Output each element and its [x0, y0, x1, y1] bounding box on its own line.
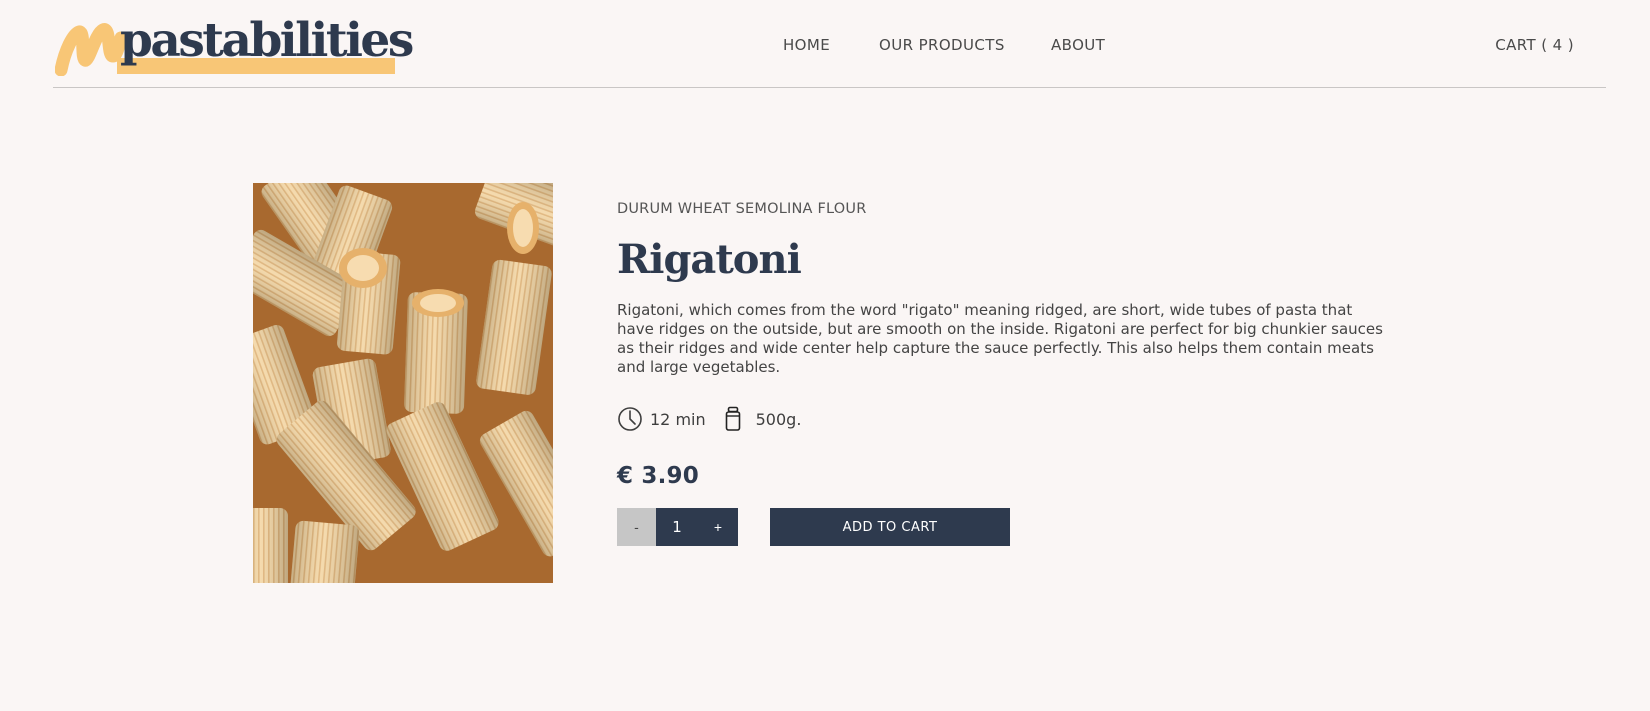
product-price: € 3.90: [617, 463, 699, 489]
quantity-value[interactable]: 1: [656, 508, 698, 546]
cook-time: 12 min: [650, 409, 706, 429]
package-weight: 500g.: [755, 409, 802, 429]
product-category: DURUM WHEAT SEMOLINA FLOUR: [617, 201, 867, 217]
brand-logo[interactable]: pastabilities: [55, 13, 414, 76]
product-title: Rigatoni: [617, 236, 802, 283]
site-header: pastabilities HOME OUR PRODUCTS ABOUT CA…: [53, 0, 1606, 88]
nav-link-home[interactable]: HOME: [783, 36, 830, 54]
clock-icon: [617, 406, 643, 432]
cart-link[interactable]: CART ( 4 ): [1495, 36, 1574, 54]
add-to-cart-button[interactable]: ADD TO CART: [770, 508, 1010, 546]
decrease-quantity-button[interactable]: -: [617, 508, 656, 546]
quantity-stepper: - 1 +: [617, 508, 738, 546]
product-description: Rigatoni, which comes from the word "rig…: [617, 301, 1383, 376]
rigatoni-photo: [253, 183, 553, 583]
nav-link-about[interactable]: ABOUT: [1051, 36, 1105, 54]
purchase-controls: - 1 + ADD TO CART: [617, 508, 1387, 546]
increase-quantity-button[interactable]: +: [698, 508, 738, 546]
jar-icon: [720, 406, 746, 432]
product-meta: 12 min 500g.: [617, 406, 1387, 432]
brand-name: pastabilities: [120, 13, 414, 68]
nav-link-our-products[interactable]: OUR PRODUCTS: [879, 36, 1005, 54]
product-details: DURUM WHEAT SEMOLINA FLOUR Rigatoni Riga…: [617, 199, 1387, 546]
product-image: [253, 183, 553, 583]
